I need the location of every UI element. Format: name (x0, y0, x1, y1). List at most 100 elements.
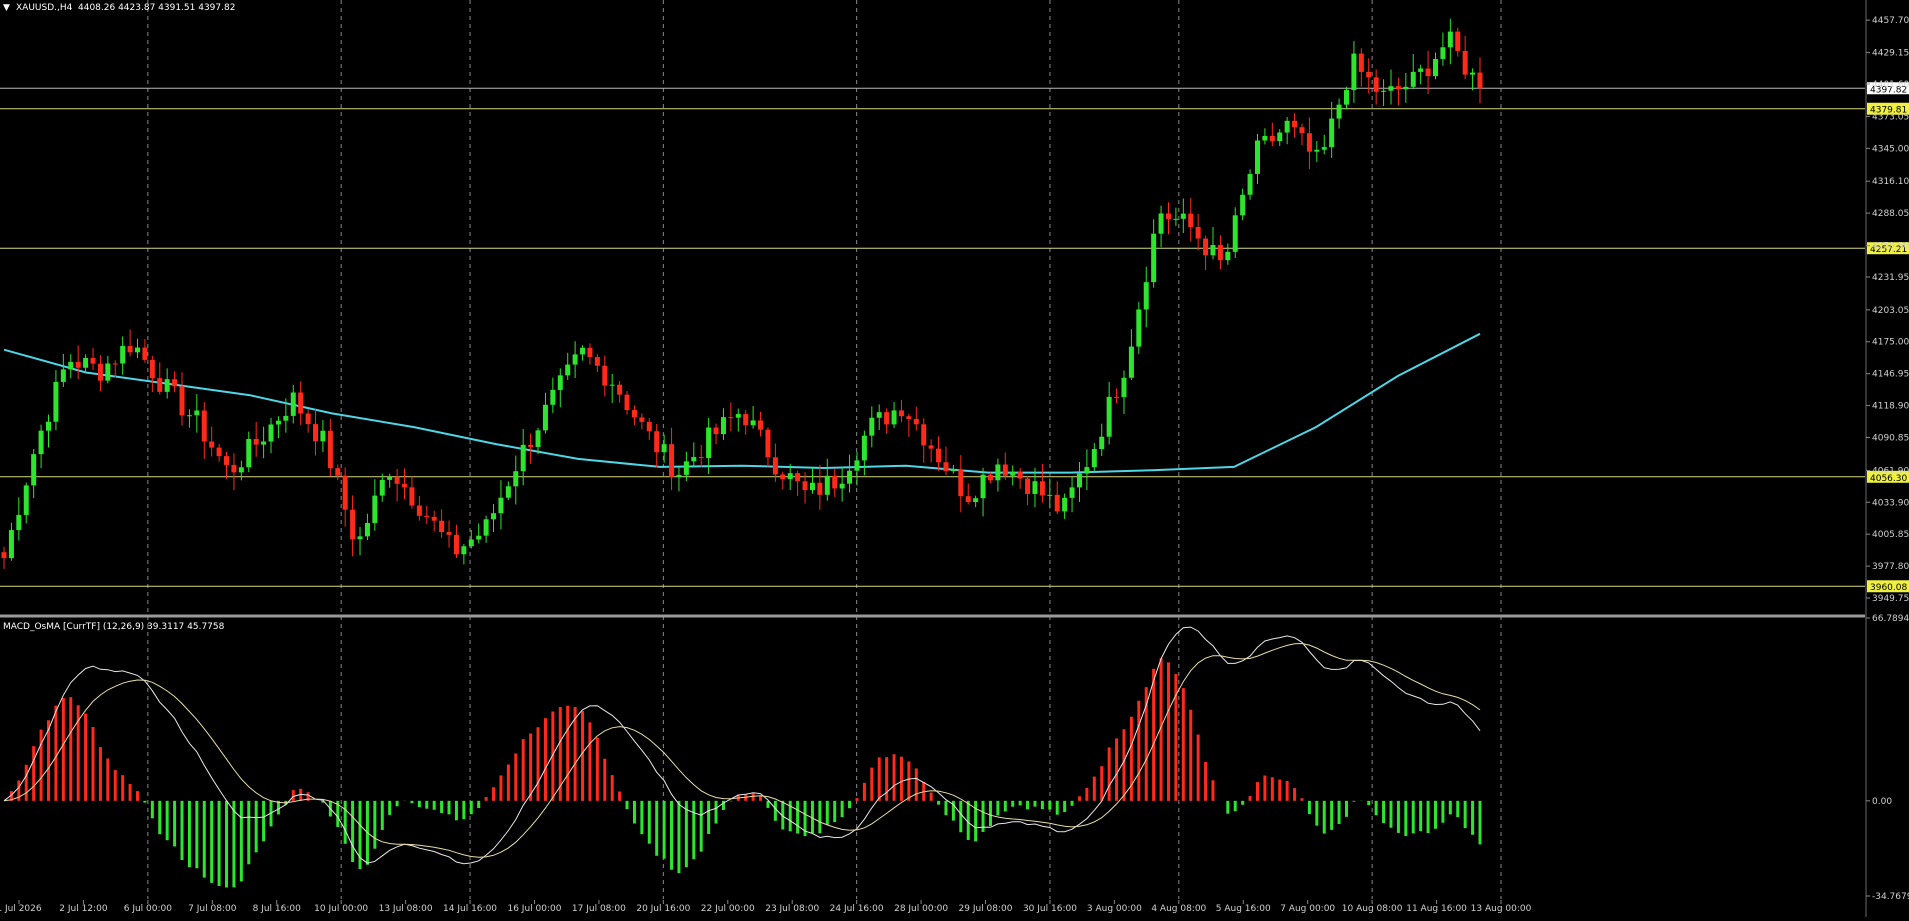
bull-candle (491, 513, 497, 520)
bear-candle (884, 412, 890, 425)
bull-candle (31, 454, 37, 486)
bear-candle (802, 481, 808, 491)
header-arrow-icon[interactable]: ▼ (3, 3, 10, 13)
bear-candle (112, 363, 118, 365)
bear-candle (1425, 68, 1431, 77)
bear-candle (431, 516, 437, 521)
bull-candle (950, 469, 956, 472)
bear-candle (906, 416, 912, 419)
time-label: 28 Jul 00:00 (894, 904, 948, 914)
bull-candle (513, 471, 519, 487)
bull-candle (476, 535, 482, 540)
bear-candle (1477, 72, 1483, 89)
price-tick-label: 4203.05 (1872, 306, 1909, 316)
bull-candle (83, 357, 89, 368)
bear-candle (1366, 71, 1372, 78)
bull-candle (23, 485, 29, 515)
symbol-label: XAUUSD.,H4 (16, 3, 73, 13)
price-tick-label: 4457.70 (1872, 16, 1909, 26)
bear-candle (1165, 213, 1171, 219)
bull-candle (535, 430, 541, 447)
bull-candle (1254, 140, 1260, 174)
bear-candle (127, 346, 133, 353)
bull-candle (135, 347, 141, 353)
bull-candle (53, 381, 59, 422)
bull-candle (995, 464, 1001, 481)
bull-candle (1440, 47, 1446, 59)
time-label: 23 Jul 08:00 (765, 904, 819, 914)
osc-tick-label: 0.00 (1872, 797, 1892, 807)
bear-candle (743, 414, 749, 426)
bull-candle (1432, 58, 1438, 77)
time-label: 13 Aug 00:00 (1471, 904, 1532, 914)
time-label: 3 Aug 00:00 (1087, 904, 1142, 914)
bear-candle (1054, 494, 1060, 512)
bear-candle (987, 474, 993, 481)
bear-candle (97, 363, 103, 381)
price-tick-label: 4061.90 (1872, 466, 1909, 476)
bear-candle (943, 462, 949, 472)
bear-candle (172, 379, 178, 387)
bear-candle (631, 410, 637, 418)
bull-candle (824, 475, 830, 495)
bear-candle (75, 361, 81, 368)
bear-candle (224, 456, 230, 465)
bull-candle (1069, 487, 1075, 498)
bull-candle (550, 389, 556, 405)
bull-candle (483, 519, 489, 536)
bull-candle (105, 363, 111, 381)
bear-candle (1269, 135, 1275, 142)
bull-candle (1262, 135, 1268, 141)
bull-candle (847, 470, 853, 484)
bear-candle (765, 429, 771, 458)
bull-candle (735, 414, 741, 418)
bear-candle (342, 475, 348, 510)
bear-candle (1039, 481, 1045, 496)
bear-candle (1395, 86, 1401, 90)
bull-candle (676, 474, 682, 478)
price-tick-label: 3977.80 (1872, 562, 1909, 572)
time-label: 17 Jul 08:00 (572, 904, 626, 914)
bull-candle (1381, 90, 1387, 92)
bear-candle (90, 357, 96, 364)
bear-candle (617, 384, 623, 395)
bull-candle (1091, 449, 1097, 468)
bear-candle (327, 430, 333, 469)
bull-candle (1158, 213, 1164, 234)
bull-candle (869, 417, 875, 436)
bear-candle (913, 418, 919, 425)
bear-candle (157, 378, 163, 392)
bear-candle (965, 496, 971, 503)
bear-candle (402, 483, 408, 488)
bear-candle (253, 438, 259, 445)
bull-candle (46, 421, 52, 431)
time-label: 7 Aug 00:00 (1280, 904, 1335, 914)
bull-candle (186, 415, 192, 417)
trading-chart[interactable]: 4397.82 4379.81 4257.21 4056.30 3960.08 4457… (0, 0, 1909, 917)
chart-canvas[interactable]: 4397.824379.814257.214056.303960.08 4457… (0, 0, 1909, 917)
time-label: 13 Jul 08:00 (379, 904, 433, 914)
bull-candle (1410, 71, 1416, 87)
bull-candle (520, 444, 526, 472)
price-tick-label: 4175.00 (1872, 338, 1909, 348)
bull-candle (379, 479, 385, 496)
bull-candle (1173, 218, 1179, 220)
bear-candle (416, 505, 422, 516)
bear-candle (201, 410, 207, 442)
bull-candle (572, 354, 578, 365)
price-tick-label: 4373.05 (1872, 112, 1909, 122)
bear-candle (817, 482, 823, 495)
bull-candle (609, 384, 615, 386)
bear-candle (313, 424, 319, 442)
bear-candle (1203, 238, 1209, 256)
bull-candle (683, 461, 689, 475)
time-label: 24 Jul 16:00 (830, 904, 884, 914)
bear-candle (394, 476, 400, 484)
price-tick-label: 4231.95 (1872, 273, 1909, 283)
bear-candle (832, 475, 838, 489)
bull-candle (1010, 471, 1016, 476)
bull-candle (1128, 346, 1134, 378)
price-tick-label: 4288.05 (1872, 209, 1909, 219)
bull-candle (1032, 481, 1038, 494)
bear-candle (898, 410, 904, 417)
